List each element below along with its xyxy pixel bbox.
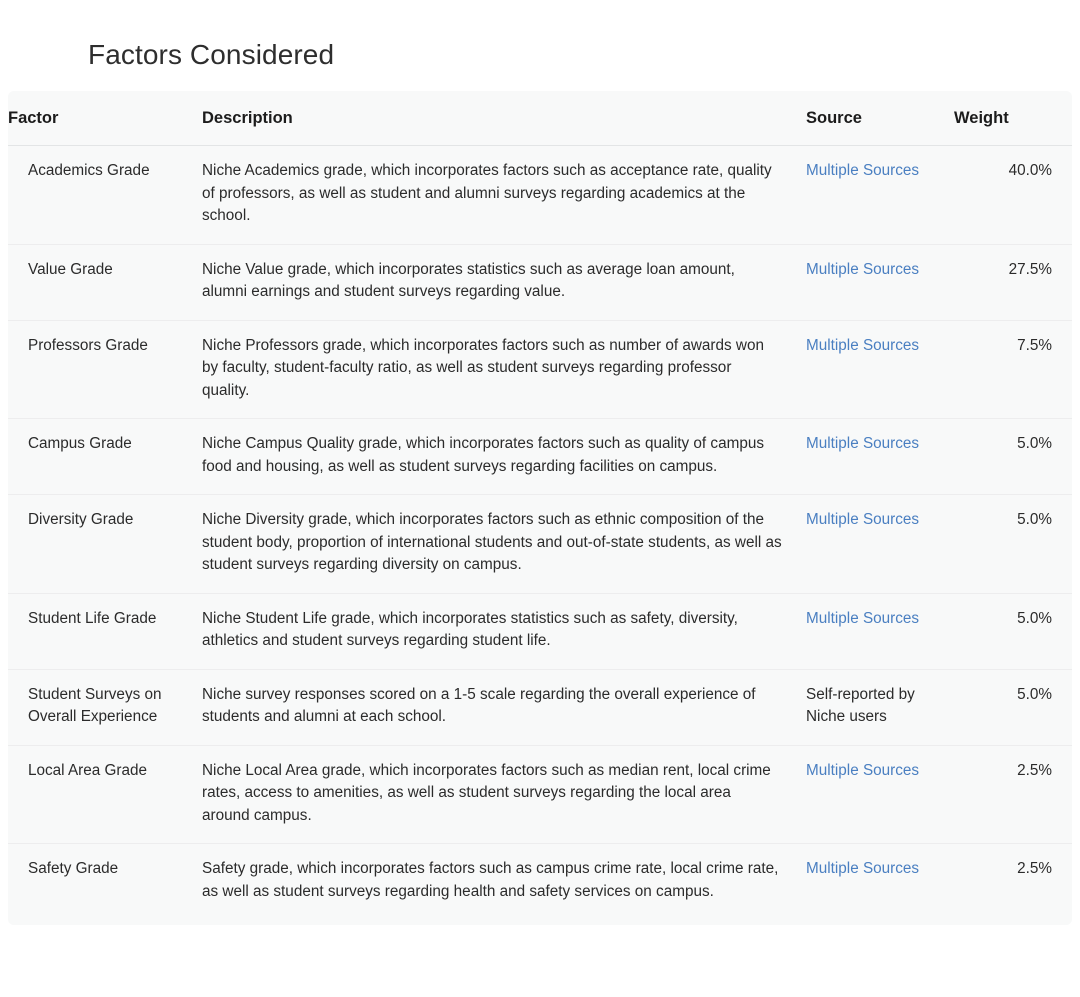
cell-factor: Local Area Grade: [8, 745, 202, 844]
cell-description: Niche survey responses scored on a 1-5 s…: [202, 669, 806, 746]
table-header-row: Factor Description Source Weight: [8, 91, 1072, 146]
multiple-sources-link[interactable]: Multiple Sources: [806, 760, 926, 783]
cell-description: Niche Value grade, which incorporates st…: [202, 244, 806, 321]
multiple-sources-link[interactable]: Multiple Sources: [806, 858, 926, 881]
cell-description: Safety grade, which incorporates factors…: [202, 843, 806, 925]
table-row: Academics Grade Niche Academics grade, wh…: [8, 145, 1072, 245]
table-row: Local Area Grade Niche Local Area grade, …: [8, 745, 1072, 844]
table-body: Academics Grade Niche Academics grade, wh…: [8, 145, 1072, 925]
cell-source: Self-reported by Niche users: [806, 669, 954, 746]
table-row: Diversity Grade Niche Diversity grade, wh…: [8, 494, 1072, 594]
table-row: Campus Grade Niche Campus Quality grade, …: [8, 418, 1072, 495]
cell-description: Niche Professors grade, which incorporat…: [202, 320, 806, 419]
cell-source: Multiple Sources: [806, 745, 954, 844]
cell-weight: 2.5%: [954, 843, 1072, 925]
cell-weight: 5.0%: [954, 418, 1072, 495]
cell-source: Multiple Sources: [806, 244, 954, 321]
column-header-source: Source: [806, 91, 954, 146]
cell-factor: Student Surveys on Overall Experience: [8, 669, 202, 746]
table-header: Factor Description Source Weight: [8, 91, 1072, 146]
cell-weight: 7.5%: [954, 320, 1072, 419]
cell-factor: Campus Grade: [8, 418, 202, 495]
cell-description: Niche Student Life grade, which incorpor…: [202, 593, 806, 670]
cell-factor: Student Life Grade: [8, 593, 202, 670]
multiple-sources-link[interactable]: Multiple Sources: [806, 433, 926, 456]
page-title: Factors Considered: [88, 38, 335, 70]
cell-factor: Diversity Grade: [8, 494, 202, 594]
cell-description: Niche Diversity grade, which incorporate…: [202, 494, 806, 594]
table-row: Student Life Grade Niche Student Life gra…: [8, 593, 1072, 670]
column-header-weight: Weight: [954, 91, 1072, 146]
cell-factor: Professors Grade: [8, 320, 202, 419]
multiple-sources-link[interactable]: Multiple Sources: [806, 259, 926, 282]
cell-weight: 2.5%: [954, 745, 1072, 844]
cell-description: Niche Academics grade, which incorporate…: [202, 145, 806, 245]
table-row: Professors Grade Niche Professors grade, …: [8, 320, 1072, 419]
cell-weight: 40.0%: [954, 145, 1072, 245]
cell-source: Multiple Sources: [806, 320, 954, 419]
cell-factor: Academics Grade: [8, 145, 202, 245]
table-row: Student Surveys on Overall Experience Nic…: [8, 669, 1072, 746]
multiple-sources-link[interactable]: Multiple Sources: [806, 160, 926, 183]
cell-factor: Value Grade: [8, 244, 202, 321]
factors-table: Factor Description Source Weight Academi…: [8, 91, 1072, 925]
source-text: Self-reported by Niche users: [806, 685, 915, 726]
cell-weight: 27.5%: [954, 244, 1072, 321]
cell-source: Multiple Sources: [806, 593, 954, 670]
cell-description: Niche Local Area grade, which incorporat…: [202, 745, 806, 844]
factors-table-container: Factor Description Source Weight Academi…: [8, 91, 1072, 925]
cell-source: Multiple Sources: [806, 418, 954, 495]
table-row: Safety Grade Safety grade, which incorpor…: [8, 843, 1072, 925]
cell-source: Multiple Sources: [806, 145, 954, 245]
cell-source: Multiple Sources: [806, 494, 954, 594]
column-header-factor: Factor: [8, 91, 202, 146]
multiple-sources-link[interactable]: Multiple Sources: [806, 608, 926, 631]
column-header-description: Description: [202, 91, 806, 146]
table-row: Value Grade Niche Value grade, which inco…: [8, 244, 1072, 321]
cell-weight: 5.0%: [954, 593, 1072, 670]
cell-weight: 5.0%: [954, 494, 1072, 594]
cell-source: Multiple Sources: [806, 843, 954, 925]
cell-weight: 5.0%: [954, 669, 1072, 746]
multiple-sources-link[interactable]: Multiple Sources: [806, 335, 926, 358]
cell-factor: Safety Grade: [8, 843, 202, 925]
cell-description: Niche Campus Quality grade, which incorp…: [202, 418, 806, 495]
factors-considered-page: Factors Considered Factor Description So…: [0, 0, 1080, 997]
multiple-sources-link[interactable]: Multiple Sources: [806, 509, 926, 532]
